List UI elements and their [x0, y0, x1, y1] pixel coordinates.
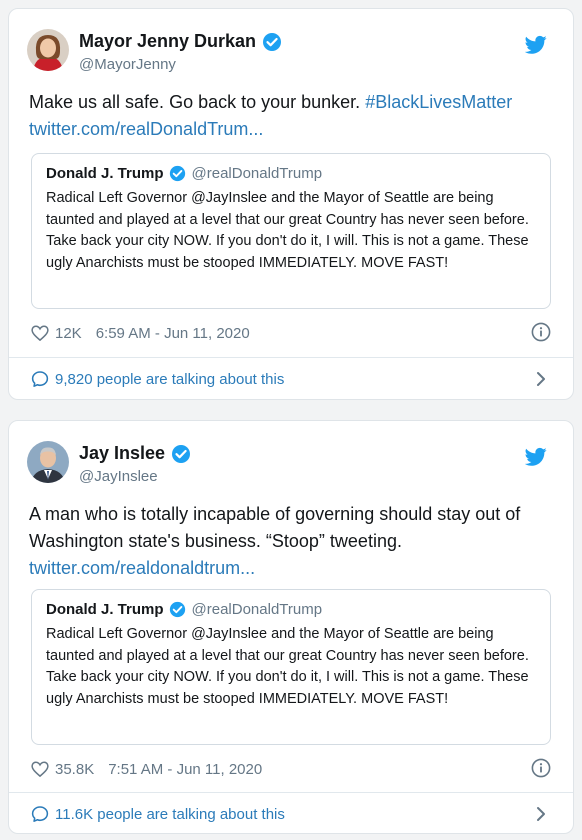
verified-badge-icon	[169, 601, 186, 618]
hashtag-link[interactable]: #BlackLivesMatter	[365, 92, 512, 112]
author-handle[interactable]: @MayorJenny	[79, 56, 176, 73]
verified-badge-icon	[169, 165, 186, 182]
quoted-text: Radical Left Governor @JayInslee and the…	[46, 190, 529, 271]
timestamp[interactable]: 7:51 AM - Jun 11, 2020	[108, 761, 262, 778]
author-name[interactable]: Jay Inslee	[79, 443, 165, 464]
info-icon[interactable]	[531, 758, 551, 778]
tweet-text: A man who is totally incapable of govern…	[29, 501, 553, 582]
tweet-body: Make us all safe. Go back to your bunker…	[29, 92, 366, 112]
speech-bubble-icon	[31, 805, 49, 823]
like-count[interactable]: 12K	[55, 325, 82, 342]
tweet-meta: 12K 6:59 AM - Jun 11, 2020	[31, 322, 551, 344]
tweet-meta: 35.8K 7:51 AM - Jun 11, 2020	[31, 758, 551, 780]
quoted-author-name: Donald J. Trump	[46, 165, 164, 182]
verified-badge-icon	[262, 32, 282, 52]
talking-count[interactable]: 11.6K people are talking about this	[55, 806, 285, 823]
tweet-text: Make us all safe. Go back to your bunker…	[29, 89, 553, 143]
heart-icon[interactable]	[31, 761, 49, 778]
quoted-text: Radical Left Governor @JayInslee and the…	[46, 626, 529, 707]
avatar[interactable]	[27, 29, 69, 71]
quoted-tweet[interactable]: Donald J. Trump @realDonaldTrump Radical…	[31, 153, 551, 309]
like-count[interactable]: 35.8K	[55, 761, 94, 778]
chevron-right-icon[interactable]	[535, 370, 547, 388]
verified-badge-icon	[171, 444, 191, 464]
conversation-link[interactable]: 9,820 people are talking about this	[31, 367, 551, 391]
divider	[9, 357, 573, 358]
avatar[interactable]	[27, 441, 69, 483]
quoted-author-name: Donald J. Trump	[46, 601, 164, 618]
tweet-body: A man who is totally incapable of govern…	[29, 504, 521, 551]
talking-count[interactable]: 9,820 people are talking about this	[55, 371, 284, 388]
timestamp[interactable]: 6:59 AM - Jun 11, 2020	[96, 325, 250, 342]
chevron-right-icon[interactable]	[535, 805, 547, 823]
quoted-author-handle: @realDonaldTrump	[191, 165, 323, 182]
conversation-link[interactable]: 11.6K people are talking about this	[31, 802, 551, 826]
twitter-bird-icon[interactable]	[524, 447, 547, 467]
tweet-link[interactable]: twitter.com/realdonaldtrum...	[29, 558, 255, 578]
tweet-header: Mayor Jenny Durkan @MayorJenny	[27, 29, 555, 75]
tweet-link[interactable]: twitter.com/realDonaldTrum...	[29, 119, 263, 139]
info-icon[interactable]	[531, 322, 551, 342]
author-handle[interactable]: @JayInslee	[79, 468, 158, 485]
speech-bubble-icon	[31, 370, 49, 388]
twitter-bird-icon[interactable]	[524, 35, 547, 55]
tweet-header: Jay Inslee @JayInslee	[27, 441, 555, 487]
quoted-tweet[interactable]: Donald J. Trump @realDonaldTrump Radical…	[31, 589, 551, 745]
tweet-card: Mayor Jenny Durkan @MayorJenny Make us a…	[8, 8, 574, 400]
quoted-author-handle: @realDonaldTrump	[191, 601, 323, 618]
tweet-card: Jay Inslee @JayInslee A man who is total…	[8, 420, 574, 834]
divider	[9, 792, 573, 793]
heart-icon[interactable]	[31, 325, 49, 342]
author-name[interactable]: Mayor Jenny Durkan	[79, 31, 256, 52]
